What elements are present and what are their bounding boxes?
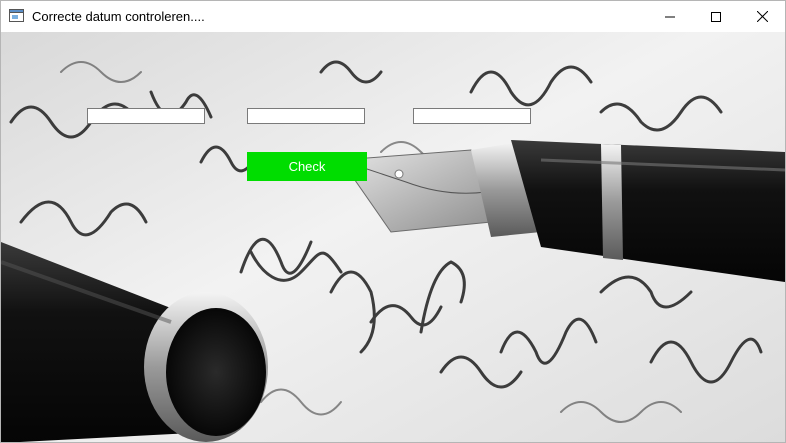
form-area: Check — [1, 32, 785, 442]
window-icon — [9, 9, 24, 22]
date-field-3[interactable] — [413, 108, 531, 124]
fountain-pen-background-image — [1, 32, 785, 442]
minimize-icon — [665, 16, 675, 17]
window-title: Correcte datum controleren.... — [32, 9, 205, 24]
maximize-icon — [711, 11, 721, 22]
date-field-2[interactable] — [247, 108, 365, 124]
close-icon — [756, 11, 768, 22]
app-window: Correcte datum controleren.... Check — [0, 0, 786, 443]
close-button[interactable] — [739, 1, 785, 32]
title-bar[interactable]: Correcte datum controleren.... — [1, 1, 785, 32]
check-button[interactable]: Check — [247, 152, 367, 181]
minimize-button[interactable] — [647, 1, 693, 32]
maximize-button[interactable] — [693, 1, 739, 32]
date-field-1[interactable] — [87, 108, 205, 124]
